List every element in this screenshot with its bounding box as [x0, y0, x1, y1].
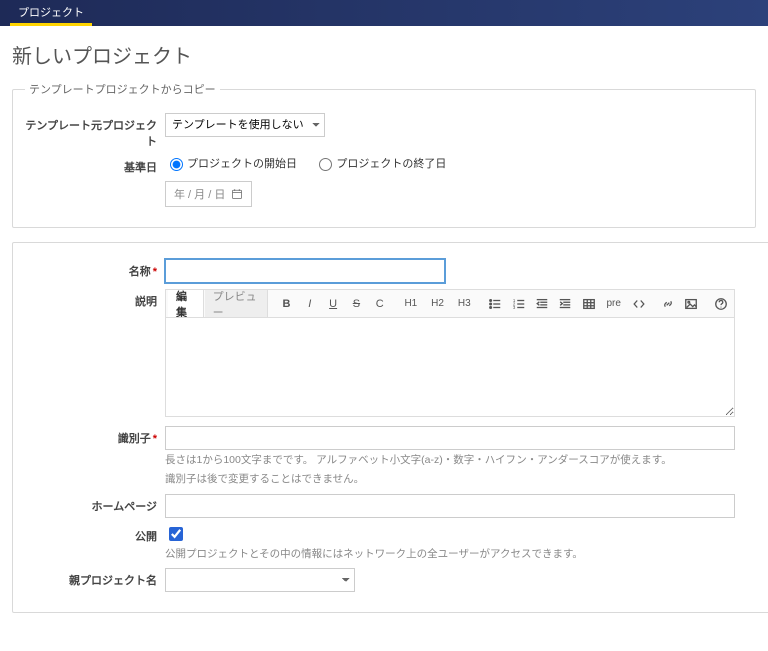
h1-button[interactable]: H1 [398, 293, 424, 315]
homepage-label: ホームページ [25, 494, 165, 514]
italic-button[interactable]: I [299, 293, 321, 315]
link-icon [661, 297, 675, 311]
template-copy-box: テンプレートプロジェクトからコピー テンプレート元プロジェクト テンプレートを使… [12, 81, 756, 228]
radio-start-date-text: プロジェクトの開始日 [187, 155, 297, 171]
basis-date-input[interactable]: 年 / 月 / 日 [165, 181, 252, 207]
h3-button[interactable]: H3 [451, 293, 477, 315]
top-nav: プロジェクト [0, 0, 768, 26]
editor-toolbar: 編集 プレビュー B I U S C H1 H2 H3 123 [165, 289, 735, 317]
public-checkbox[interactable] [169, 527, 183, 541]
basis-date-label: 基準日 [25, 155, 165, 175]
identifier-hint-1: 長さは1から100文字までです。 アルファベット小文字(a-z)・数字・ハイフン… [165, 453, 765, 469]
ul-icon [488, 297, 502, 311]
template-source-select[interactable]: テンプレートを使用しない [165, 113, 325, 137]
h2-button[interactable]: H2 [425, 293, 451, 315]
calendar-icon [231, 188, 243, 200]
identifier-label: 識別子 [118, 433, 151, 445]
ul-button[interactable] [484, 293, 506, 315]
link-button[interactable] [657, 293, 679, 315]
radio-start-date[interactable]: プロジェクトの開始日 [165, 155, 297, 171]
public-hint: 公開プロジェクトとその中の情報にはネットワーク上の全ユーザーがアクセスできます。 [165, 547, 765, 563]
editor-tab-edit[interactable]: 編集 [168, 290, 204, 317]
image-icon [684, 297, 698, 311]
table-button[interactable] [578, 293, 600, 315]
help-button[interactable] [710, 293, 732, 315]
underline-button[interactable]: U [322, 293, 344, 315]
radio-start-date-input[interactable] [170, 158, 183, 171]
radio-end-date-input[interactable] [319, 158, 332, 171]
public-label: 公開 [25, 524, 165, 544]
basis-date-placeholder: 年 / 月 / 日 [174, 186, 225, 202]
name-input[interactable] [165, 259, 445, 283]
table-icon [582, 297, 596, 311]
pre-button[interactable]: pre [601, 293, 627, 315]
description-textarea[interactable] [165, 317, 735, 417]
content: 新しいプロジェクト テンプレートプロジェクトからコピー テンプレート元プロジェク… [0, 26, 768, 651]
template-copy-legend: テンプレートプロジェクトからコピー [25, 81, 220, 97]
svg-text:3: 3 [513, 304, 516, 309]
identifier-hint-2: 識別子は後で変更することはできません。 [165, 472, 765, 488]
ol-button[interactable]: 123 [508, 293, 530, 315]
strike-button[interactable]: S [345, 293, 367, 315]
description-label: 説明 [25, 289, 165, 309]
required-mark: * [153, 266, 157, 278]
parent-project-select[interactable] [165, 568, 355, 592]
ol-icon: 123 [512, 297, 526, 311]
code-angle-icon [632, 297, 646, 311]
codeblock-button[interactable] [628, 293, 650, 315]
nav-tab-project[interactable]: プロジェクト [10, 0, 92, 26]
radio-end-date[interactable]: プロジェクトの終了日 [314, 155, 446, 171]
identifier-input[interactable] [165, 426, 735, 450]
name-label: 名称 [129, 266, 151, 278]
radio-end-date-text: プロジェクトの終了日 [336, 155, 446, 171]
outdent-button[interactable] [531, 293, 553, 315]
parent-label: 親プロジェクト名 [25, 568, 165, 588]
help-icon [714, 297, 728, 311]
bold-button[interactable]: B [275, 293, 297, 315]
indent-button[interactable] [554, 293, 576, 315]
image-button[interactable] [680, 293, 702, 315]
outdent-icon [535, 297, 549, 311]
page-title: 新しいプロジェクト [12, 40, 756, 69]
main-fields-box: 名称* 説明 編集 プレビュー B I U S C H1 H2 [12, 242, 768, 613]
template-source-label: テンプレート元プロジェクト [25, 113, 165, 149]
indent-icon [558, 297, 572, 311]
required-mark: * [153, 433, 157, 445]
code-button[interactable]: C [369, 293, 391, 315]
editor-tab-preview[interactable]: プレビュー [205, 290, 269, 317]
homepage-input[interactable] [165, 494, 735, 518]
